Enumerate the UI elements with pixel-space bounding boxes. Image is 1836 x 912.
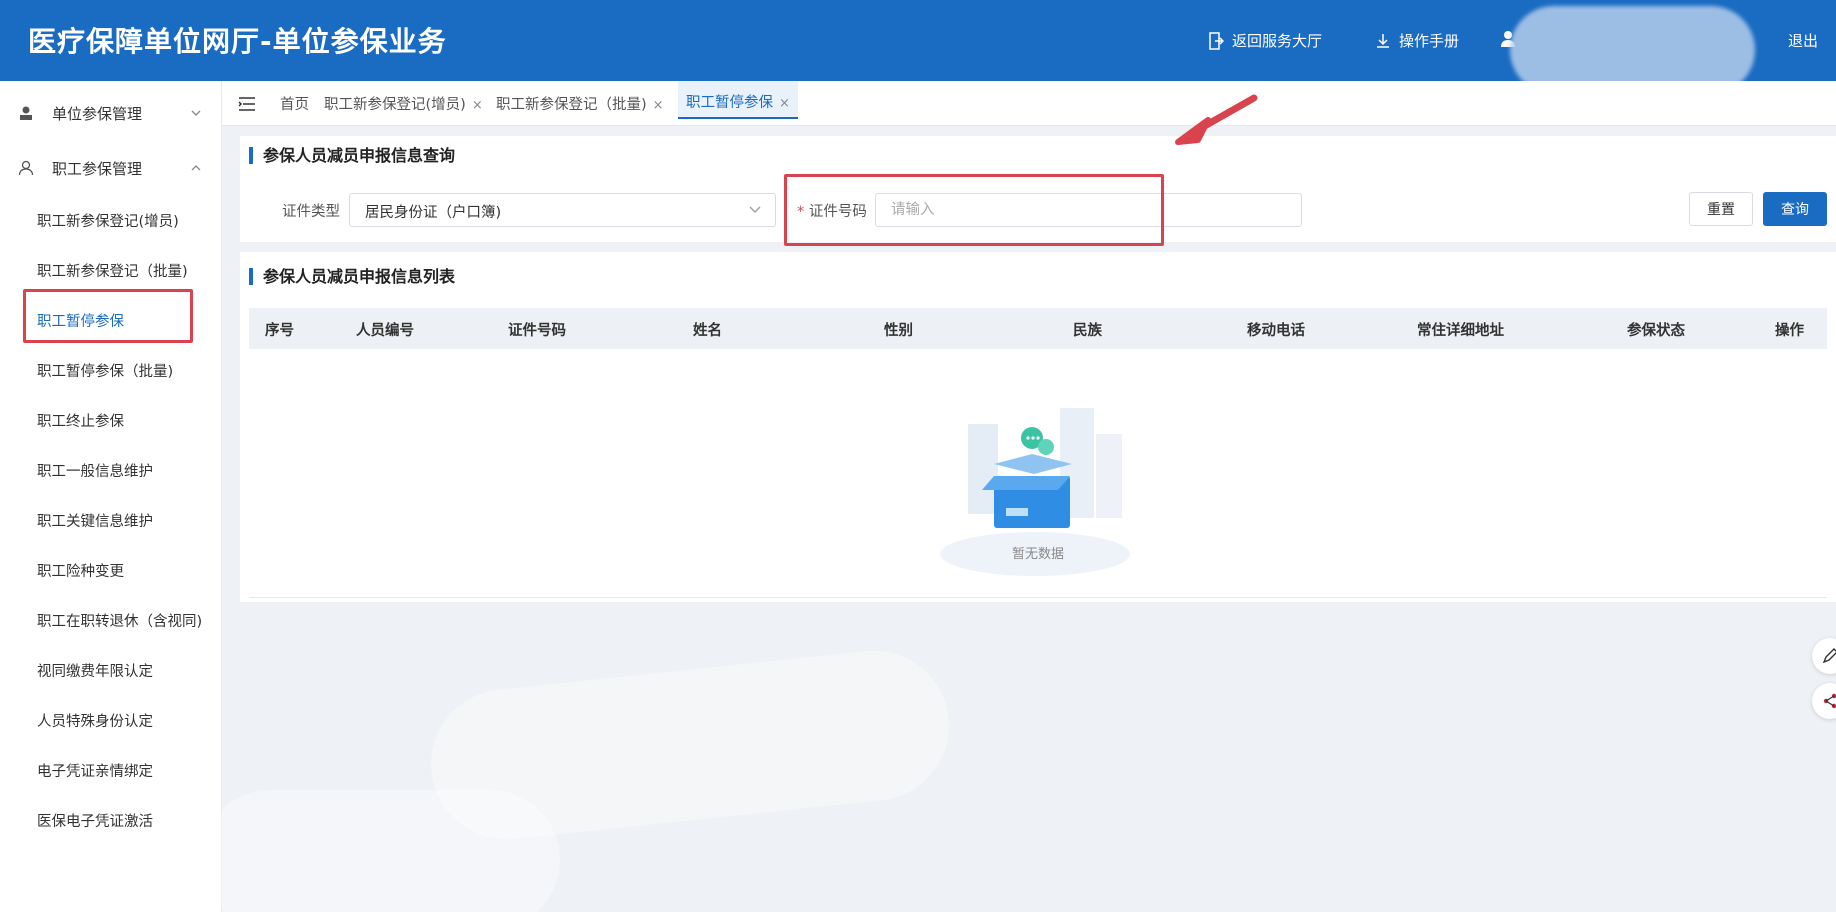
download-icon (1377, 33, 1389, 48)
column-header: 性别 (884, 323, 913, 339)
tab-employee-new-enroll[interactable]: 职工新参保登记(增员) × (324, 93, 483, 114)
tab-label: 职工新参保登记(增员) (324, 97, 466, 113)
sidebar-item-e-cert-activate[interactable]: 医保电子凭证激活 (37, 810, 153, 831)
unit-icon (20, 106, 32, 120)
list-section-title: 参保人员减员申报信息列表 (249, 268, 455, 285)
chevron-up-icon (191, 165, 201, 171)
cert-type-select[interactable]: 居民身份证（户口簿) (349, 193, 776, 227)
close-icon[interactable]: × (653, 98, 664, 113)
column-header: 常住详细地址 (1417, 323, 1504, 339)
sidebar-item-employee-new-enroll[interactable]: 职工新参保登记(增员) (37, 210, 179, 231)
sidebar-item-special-identity[interactable]: 人员特殊身份认定 (37, 710, 153, 731)
highlight-box-cert-no (784, 174, 1164, 246)
column-header: 移动电话 (1247, 323, 1305, 339)
sidebar-item-employee-general-info[interactable]: 职工一般信息维护 (37, 460, 153, 481)
sidebar-item-employee-insurance-change[interactable]: 职工险种变更 (37, 560, 124, 581)
highlight-box-sidebar (23, 289, 193, 343)
reset-button[interactable]: 重置 (1689, 192, 1753, 226)
column-header: 姓名 (693, 323, 722, 339)
sidebar-item-contribution-years[interactable]: 视同缴费年限认定 (37, 660, 153, 681)
back-to-hall-label: 返回服务大厅 (1232, 32, 1323, 50)
share-icon (1823, 693, 1836, 709)
menu-fold-icon[interactable] (238, 97, 256, 111)
exit-door-icon (1209, 31, 1224, 50)
floating-share-button[interactable] (1812, 683, 1836, 719)
tab-employee-suspend[interactable]: 职工暂停参保 × (678, 81, 798, 119)
annotation-arrow-icon (1175, 94, 1258, 145)
column-header: 操作 (1775, 323, 1804, 339)
tab-label: 职工暂停参保 (686, 95, 773, 111)
empty-box-icon (940, 408, 1130, 576)
logout-label: 退出 (1788, 32, 1819, 50)
column-header: 参保状态 (1627, 323, 1685, 339)
floating-tool-button[interactable] (1812, 638, 1836, 674)
column-header: 人员编号 (356, 323, 414, 339)
sidebar-item-employee-terminate[interactable]: 职工终止参保 (37, 410, 124, 431)
query-section-title: 参保人员减员申报信息查询 (249, 147, 455, 164)
app-title: 医疗保障单位网厅-单位参保业务 (28, 25, 447, 58)
back-to-hall-button[interactable]: 返回服务大厅 (1208, 30, 1322, 51)
menu-group-label: 职工参保管理 (52, 159, 143, 178)
background-decoration (200, 790, 560, 912)
tab-employee-new-enroll-batch[interactable]: 职工新参保登记（批量) × (496, 93, 664, 114)
sidebar: 单位参保管理 职工参保管理 (0, 81, 222, 912)
top-header: 医疗保障单位网厅-单位参保业务 返回服务大厅 操作手册 退出 (0, 0, 1836, 94)
manual-button[interactable]: 操作手册 (1375, 30, 1459, 51)
manual-label: 操作手册 (1399, 32, 1460, 50)
search-button[interactable]: 查询 (1763, 192, 1827, 226)
tab-label: 首页 (280, 97, 309, 113)
sidebar-item-employee-suspend-batch[interactable]: 职工暂停参保（批量) (37, 360, 173, 381)
table-header: 序号 人员编号 证件号码 姓名 性别 民族 移动电话 常住详细地址 参保状态 操… (249, 308, 1827, 349)
cert-type-value: 居民身份证（户口簿) (365, 205, 502, 221)
sidebar-item-employee-key-info[interactable]: 职工关键信息维护 (37, 510, 153, 531)
menu-group-label: 单位参保管理 (52, 104, 143, 123)
cert-type-label: 证件类型 (282, 204, 340, 220)
tab-label: 职工新参保登记（批量) (496, 97, 647, 113)
person-icon (18, 160, 34, 176)
column-header: 序号 (265, 323, 294, 339)
column-header: 民族 (1073, 323, 1102, 339)
tabs-bar: 首页 职工新参保登记(增员) × 职工新参保登记（批量) × 职工暂停参保 × (222, 81, 1836, 126)
sidebar-item-employee-new-enroll-batch[interactable]: 职工新参保登记（批量) (37, 260, 188, 281)
table-bottom-divider (249, 597, 1827, 598)
tab-home[interactable]: 首页 (280, 93, 309, 114)
chevron-down-icon (191, 110, 201, 116)
edit-icon (1822, 648, 1836, 664)
close-icon[interactable]: × (472, 98, 483, 113)
menu-group-unit-insurance[interactable]: 单位参保管理 (0, 91, 222, 135)
chevron-down-icon (749, 206, 761, 213)
sidebar-item-e-cert-family[interactable]: 电子凭证亲情绑定 (37, 760, 153, 781)
logout-button[interactable]: 退出 (1788, 30, 1818, 51)
column-header: 证件号码 (508, 323, 566, 339)
sidebar-item-employee-retire[interactable]: 职工在职转退休（含视同) (37, 610, 202, 631)
close-icon[interactable]: × (779, 96, 790, 111)
menu-group-employee-insurance[interactable]: 职工参保管理 (0, 146, 222, 190)
empty-state-text: 暂无数据 (1012, 547, 1065, 562)
